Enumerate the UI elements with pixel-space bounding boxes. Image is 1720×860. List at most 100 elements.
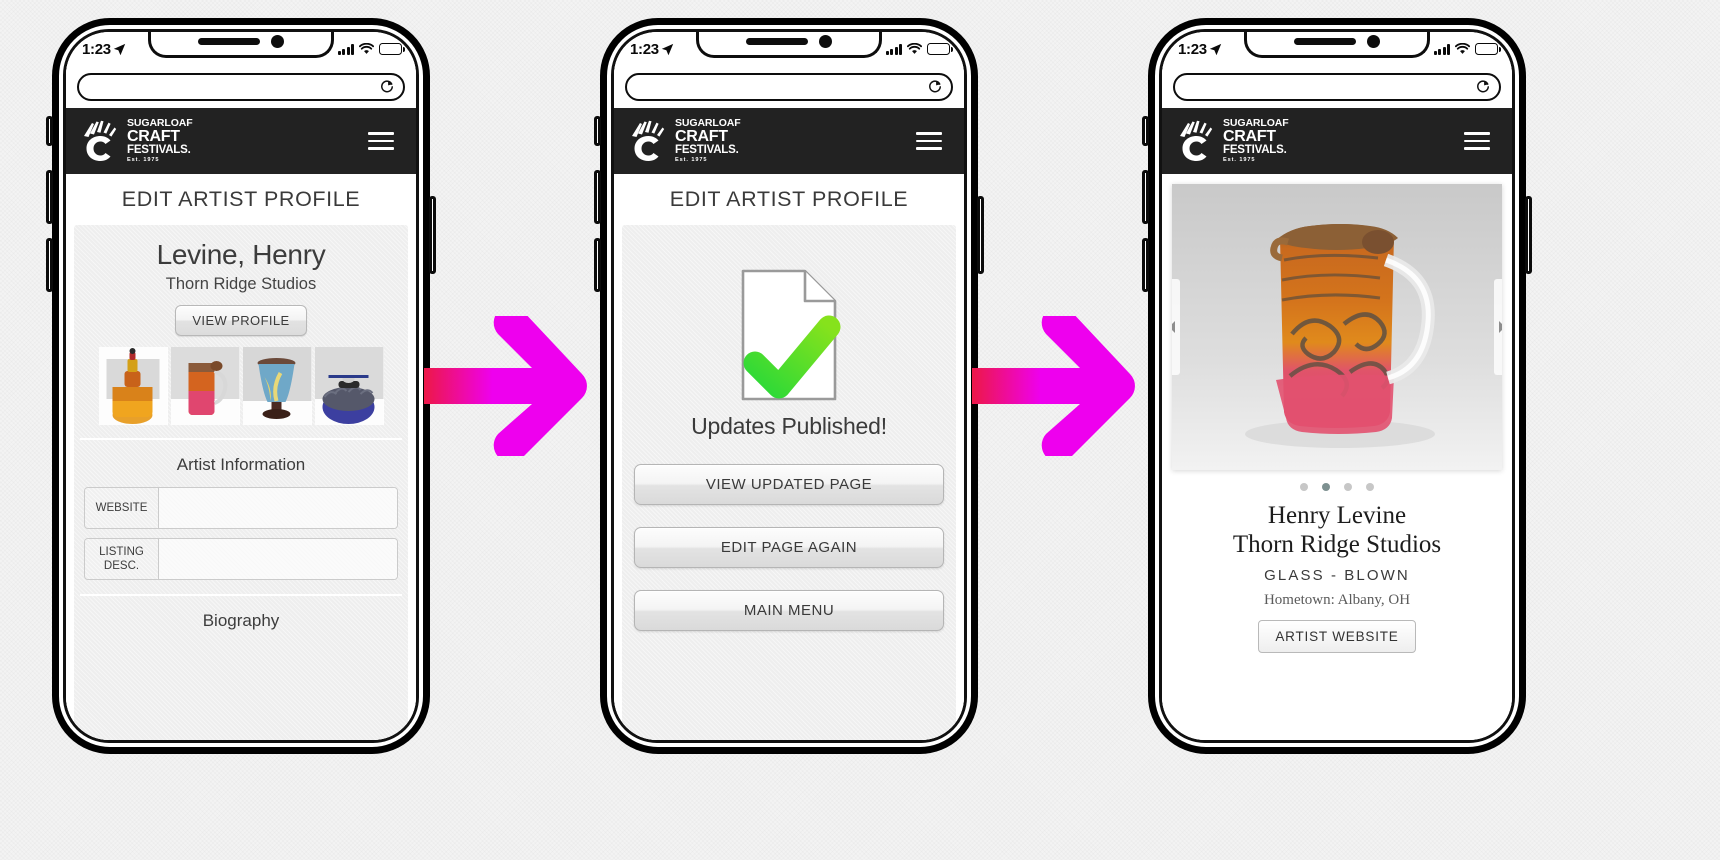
volume-down-button[interactable]	[1142, 238, 1149, 292]
status-time: 1:23	[1178, 41, 1207, 58]
artist-name: Levine, Henry	[156, 239, 326, 270]
reload-icon[interactable]	[1476, 80, 1490, 95]
signal-bars-icon	[337, 44, 354, 55]
brand-line-3: FESTIVALS.	[127, 144, 191, 157]
main-menu-button[interactable]: MAIN MENU	[634, 590, 944, 631]
public-profile-body: Henry Levine Thorn Ridge Studios GLASS -…	[1162, 174, 1512, 653]
brand-wordmark: SUGARLOAF CRAFT FESTIVALS. Est. 1975	[127, 118, 193, 164]
status-time-group: 1:23	[1178, 41, 1222, 58]
listing-desc-field-row: LISTING DESC.	[84, 538, 398, 580]
hamburger-menu-icon[interactable]	[1460, 128, 1494, 154]
phone-notch	[148, 32, 334, 58]
signal-bars-icon	[1433, 44, 1450, 55]
phone-notch	[696, 32, 882, 58]
artwork-thumbnail-strip	[74, 336, 408, 438]
address-bar[interactable]	[1173, 73, 1501, 101]
brand-wordmark: SUGARLOAF CRAFT FESTIVALS. Est. 1975	[1223, 118, 1289, 164]
hamburger-menu-icon[interactable]	[912, 128, 946, 154]
page-content: EDIT ARTIST PROFILE Levine, Henry Thorn …	[66, 174, 416, 740]
website-input[interactable]	[159, 488, 397, 528]
carousel-prev-button[interactable]	[1172, 279, 1180, 375]
brand-line-2: CRAFT	[675, 127, 728, 145]
volume-down-button[interactable]	[594, 238, 601, 292]
brand-line-3: FESTIVALS.	[1223, 144, 1287, 157]
artwork-thumbnail[interactable]	[170, 347, 240, 425]
artwork-thumbnail[interactable]	[314, 347, 384, 425]
biography-heading: Biography	[202, 611, 280, 630]
front-camera-icon	[1367, 35, 1380, 48]
artist-card-panel: Levine, Henry Thorn Ridge Studios VIEW P…	[74, 225, 408, 740]
status-time-group: 1:23	[630, 41, 674, 58]
brand-logo[interactable]: SUGARLOAF CRAFT FESTIVALS. Est. 1975	[628, 118, 741, 164]
silent-switch[interactable]	[1142, 116, 1149, 146]
sugarloaf-hand-logo-icon	[632, 120, 665, 161]
artist-hometown: Hometown: Albany, OH	[1263, 591, 1411, 608]
location-arrow-icon	[1209, 43, 1222, 56]
artwork-thumbnail[interactable]	[98, 347, 168, 425]
volume-up-button[interactable]	[1142, 170, 1149, 224]
brand-line-4: Est. 1975	[1223, 157, 1256, 164]
site-header: SUGARLOAF CRAFT FESTIVALS. Est. 1975	[1162, 108, 1512, 174]
brand-line-4: Est. 1975	[127, 157, 160, 164]
browser-chrome	[66, 72, 416, 108]
address-bar[interactable]	[77, 73, 405, 101]
carousel-dot[interactable]	[1366, 483, 1374, 491]
phone-bezel: 1:23 SUGARLOAF CRAFT FESTIVALS. Est. 197…	[611, 29, 967, 743]
volume-up-button[interactable]	[46, 170, 53, 224]
status-time-group: 1:23	[82, 41, 126, 58]
status-indicators	[1433, 43, 1501, 55]
silent-switch[interactable]	[594, 116, 601, 146]
carousel-next-button[interactable]	[1494, 279, 1502, 375]
view-profile-button[interactable]: VIEW PROFILE	[175, 305, 307, 336]
carousel-dot[interactable]	[1344, 483, 1352, 491]
phone-screen: 1:23 SUGARLOAF CRAFT FESTIVALS. Est. 197…	[1162, 32, 1512, 740]
brand-line-2: CRAFT	[127, 127, 180, 145]
reload-icon[interactable]	[928, 80, 942, 95]
site-header: SUGARLOAF CRAFT FESTIVALS. Est. 1975	[614, 108, 964, 174]
reload-icon[interactable]	[380, 80, 394, 95]
success-message: Updates Published!	[691, 413, 887, 439]
listing-desc-input[interactable]	[159, 539, 397, 579]
artist-website-button[interactable]: ARTIST WEBSITE	[1258, 619, 1416, 653]
public-studio-name: Thorn Ridge Studios	[1232, 530, 1442, 558]
view-updated-page-button[interactable]: VIEW UPDATED PAGE	[634, 464, 944, 505]
phone-notch	[1244, 32, 1430, 58]
artwork-carousel[interactable]	[1172, 184, 1502, 470]
status-bar: 1:23	[66, 32, 416, 72]
page-content: Henry Levine Thorn Ridge Studios GLASS -…	[1162, 174, 1512, 740]
flow-arrow-1	[424, 316, 587, 456]
document-check-icon	[741, 269, 841, 401]
front-camera-icon	[819, 35, 832, 48]
edit-page-again-button[interactable]: EDIT PAGE AGAIN	[634, 527, 944, 568]
silent-switch[interactable]	[46, 116, 53, 146]
browser-chrome	[1162, 72, 1512, 108]
sugarloaf-hand-logo-icon	[84, 120, 117, 161]
workflow-stage: 1:23 SUGARLOAF CRAFT FESTIVALS. Est. 197…	[0, 0, 1720, 860]
sugarloaf-hand-logo-icon	[1180, 120, 1213, 161]
carousel-dot[interactable]	[1300, 483, 1308, 491]
listing-desc-field-label: LISTING DESC.	[85, 539, 159, 579]
power-button[interactable]	[1525, 196, 1532, 274]
hamburger-menu-icon[interactable]	[364, 128, 398, 154]
brand-logo[interactable]: SUGARLOAF CRAFT FESTIVALS. Est. 1975	[1176, 118, 1289, 164]
power-button[interactable]	[977, 196, 984, 274]
public-artist-name: Henry Levine	[1267, 502, 1407, 529]
volume-up-button[interactable]	[594, 170, 601, 224]
phone-bezel: 1:23 SUGARLOAF CRAFT FESTIVALS. Est. 197…	[63, 29, 419, 743]
volume-down-button[interactable]	[46, 238, 53, 292]
address-bar[interactable]	[625, 73, 953, 101]
carousel-dot-active[interactable]	[1322, 483, 1330, 491]
browser-chrome	[614, 72, 964, 108]
status-indicators	[885, 43, 953, 55]
power-button[interactable]	[429, 196, 436, 274]
status-bar: 1:23	[614, 32, 964, 72]
brand-line-4: Est. 1975	[675, 157, 708, 164]
battery-icon	[927, 43, 953, 55]
artwork-thumbnail[interactable]	[242, 347, 312, 425]
page-title: EDIT ARTIST PROFILE	[614, 174, 964, 225]
website-field-row: WEBSITE	[84, 487, 398, 529]
brand-logo[interactable]: SUGARLOAF CRAFT FESTIVALS. Est. 1975	[80, 118, 193, 164]
brand-line-1: SUGARLOAF	[1223, 116, 1289, 129]
wifi-icon	[1455, 43, 1470, 54]
location-arrow-icon	[113, 43, 126, 56]
